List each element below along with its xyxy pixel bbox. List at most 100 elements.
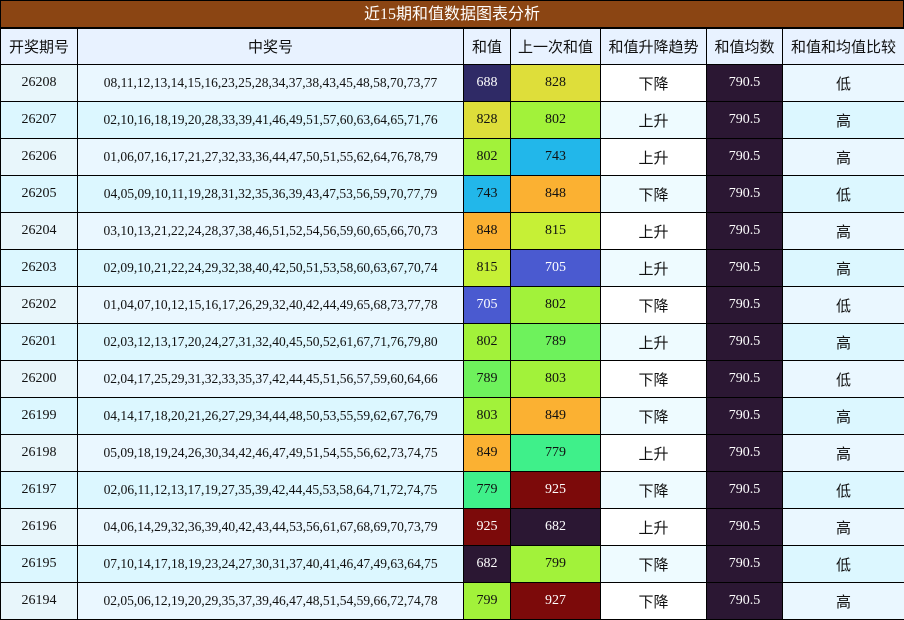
winning-numbers-cell: 04,06,14,29,32,36,39,40,42,43,44,53,56,6… <box>77 508 464 546</box>
prev-sum-cell: 743 <box>510 138 601 176</box>
sum-cell: 682 <box>463 545 511 583</box>
sum-cell: 743 <box>463 175 511 213</box>
trend-cell: 下降 <box>600 582 707 620</box>
average-cell: 790.5 <box>706 471 783 509</box>
sum-cell: 802 <box>463 323 511 361</box>
prev-sum-cell: 803 <box>510 360 601 398</box>
period-cell: 26195 <box>0 545 78 583</box>
average-cell: 790.5 <box>706 582 783 620</box>
winning-numbers-cell: 07,10,14,17,18,19,23,24,27,30,31,37,40,4… <box>77 545 464 583</box>
compare-cell: 高 <box>782 138 904 176</box>
prev-sum-cell: 828 <box>510 64 601 102</box>
header-prev-sum: 上一次和值 <box>510 28 601 65</box>
average-cell: 790.5 <box>706 508 783 546</box>
sum-cell: 688 <box>463 64 511 102</box>
table-row: 26195 07,10,14,17,18,19,23,24,27,30,31,37… <box>0 545 904 583</box>
compare-cell: 高 <box>782 508 904 546</box>
header-sum: 和值 <box>463 28 511 65</box>
compare-cell: 高 <box>782 582 904 620</box>
compare-cell: 高 <box>782 249 904 287</box>
winning-numbers-cell: 02,05,06,12,19,20,29,35,37,39,46,47,48,5… <box>77 582 464 620</box>
prev-sum-cell: 779 <box>510 434 601 472</box>
average-cell: 790.5 <box>706 434 783 472</box>
trend-cell: 上升 <box>600 212 707 250</box>
period-cell: 26208 <box>0 64 78 102</box>
prev-sum-cell: 705 <box>510 249 601 287</box>
trend-cell: 下降 <box>600 545 707 583</box>
period-cell: 26196 <box>0 508 78 546</box>
compare-cell: 高 <box>782 397 904 435</box>
table-row: 26205 04,05,09,10,11,19,28,31,32,35,36,39… <box>0 175 904 213</box>
average-cell: 790.5 <box>706 212 783 250</box>
compare-cell: 高 <box>782 101 904 139</box>
prev-sum-cell: 849 <box>510 397 601 435</box>
table-row: 26208 08,11,12,13,14,15,16,23,25,28,34,37… <box>0 64 904 102</box>
sum-cell: 779 <box>463 471 511 509</box>
table-row: 26202 01,04,07,10,12,15,16,17,26,29,32,40… <box>0 286 904 324</box>
trend-cell: 上升 <box>600 434 707 472</box>
table-row: 26206 01,06,07,16,17,21,27,32,33,36,44,47… <box>0 138 904 176</box>
sum-cell: 925 <box>463 508 511 546</box>
trend-cell: 上升 <box>600 323 707 361</box>
table-title: 近15期和值数据图表分析 <box>0 0 904 28</box>
average-cell: 790.5 <box>706 249 783 287</box>
sum-analysis-table: 开奖期号 中奖号 和值 上一次和值 和值升降趋势 和值均数 和值和均值比较 26… <box>0 28 904 620</box>
sum-cell: 848 <box>463 212 511 250</box>
average-cell: 790.5 <box>706 101 783 139</box>
period-cell: 26206 <box>0 138 78 176</box>
trend-cell: 下降 <box>600 175 707 213</box>
period-cell: 26202 <box>0 286 78 324</box>
sum-cell: 802 <box>463 138 511 176</box>
table-row: 26207 02,10,16,18,19,20,28,33,39,41,46,49… <box>0 101 904 139</box>
table-row: 26198 05,09,18,19,24,26,30,34,42,46,47,49… <box>0 434 904 472</box>
period-cell: 26205 <box>0 175 78 213</box>
prev-sum-cell: 789 <box>510 323 601 361</box>
prev-sum-cell: 802 <box>510 286 601 324</box>
table-row: 26197 02,06,11,12,13,17,19,27,35,39,42,44… <box>0 471 904 509</box>
compare-cell: 低 <box>782 471 904 509</box>
header-trend: 和值升降趋势 <box>600 28 707 65</box>
trend-cell: 下降 <box>600 397 707 435</box>
period-cell: 26203 <box>0 249 78 287</box>
winning-numbers-cell: 02,03,12,13,17,20,24,27,31,32,40,45,50,5… <box>77 323 464 361</box>
table-row: 26201 02,03,12,13,17,20,24,27,31,32,40,45… <box>0 323 904 361</box>
trend-cell: 上升 <box>600 249 707 287</box>
sum-analysis-panel: 近15期和值数据图表分析 开奖期号 中奖号 和值 上一次和值 和值升降趋势 和值… <box>0 0 904 620</box>
table-row: 26196 04,06,14,29,32,36,39,40,42,43,44,53… <box>0 508 904 546</box>
table-row: 26199 04,14,17,18,20,21,26,27,29,34,44,48… <box>0 397 904 435</box>
period-cell: 26204 <box>0 212 78 250</box>
prev-sum-cell: 799 <box>510 545 601 583</box>
prev-sum-cell: 682 <box>510 508 601 546</box>
period-cell: 26201 <box>0 323 78 361</box>
header-row: 开奖期号 中奖号 和值 上一次和值 和值升降趋势 和值均数 和值和均值比较 <box>0 28 904 65</box>
trend-cell: 下降 <box>600 286 707 324</box>
compare-cell: 高 <box>782 212 904 250</box>
table-row: 26194 02,05,06,12,19,20,29,35,37,39,46,47… <box>0 582 904 620</box>
period-cell: 26200 <box>0 360 78 398</box>
trend-cell: 上升 <box>600 138 707 176</box>
prev-sum-cell: 848 <box>510 175 601 213</box>
compare-cell: 高 <box>782 434 904 472</box>
period-cell: 26197 <box>0 471 78 509</box>
header-compare: 和值和均值比较 <box>782 28 904 65</box>
winning-numbers-cell: 05,09,18,19,24,26,30,34,42,46,47,49,51,5… <box>77 434 464 472</box>
average-cell: 790.5 <box>706 175 783 213</box>
average-cell: 790.5 <box>706 360 783 398</box>
average-cell: 790.5 <box>706 323 783 361</box>
header-average: 和值均数 <box>706 28 783 65</box>
prev-sum-cell: 925 <box>510 471 601 509</box>
winning-numbers-cell: 03,10,13,21,22,24,28,37,38,46,51,52,54,5… <box>77 212 464 250</box>
average-cell: 790.5 <box>706 64 783 102</box>
table-row: 26203 02,09,10,21,22,24,29,32,38,40,42,50… <box>0 249 904 287</box>
winning-numbers-cell: 01,04,07,10,12,15,16,17,26,29,32,40,42,4… <box>77 286 464 324</box>
average-cell: 790.5 <box>706 545 783 583</box>
sum-cell: 705 <box>463 286 511 324</box>
winning-numbers-cell: 02,09,10,21,22,24,29,32,38,40,42,50,51,5… <box>77 249 464 287</box>
sum-cell: 849 <box>463 434 511 472</box>
period-cell: 26194 <box>0 582 78 620</box>
sum-cell: 789 <box>463 360 511 398</box>
table-row: 26204 03,10,13,21,22,24,28,37,38,46,51,52… <box>0 212 904 250</box>
winning-numbers-cell: 02,10,16,18,19,20,28,33,39,41,46,49,51,5… <box>77 101 464 139</box>
winning-numbers-cell: 04,14,17,18,20,21,26,27,29,34,44,48,50,5… <box>77 397 464 435</box>
trend-cell: 下降 <box>600 471 707 509</box>
